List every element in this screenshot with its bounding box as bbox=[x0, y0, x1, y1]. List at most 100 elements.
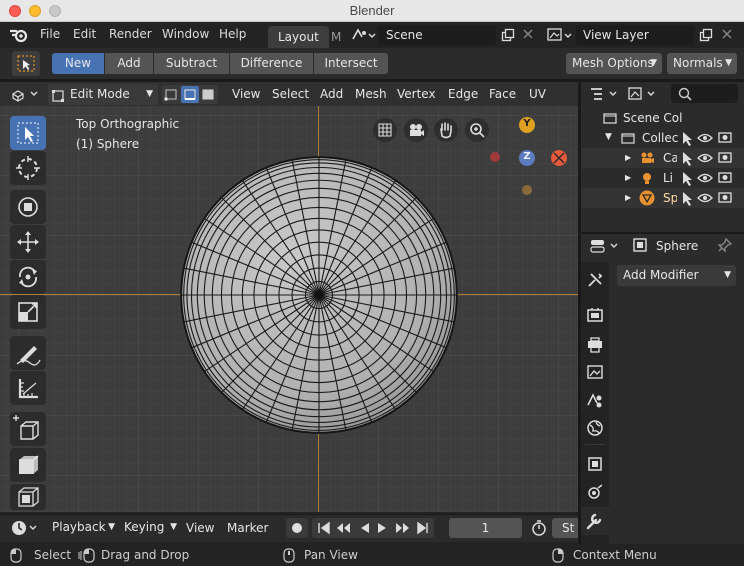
prev-keyframe-icon[interactable] bbox=[337, 523, 350, 533]
pan-view-button[interactable] bbox=[434, 118, 458, 142]
editor-type-timeline-icon[interactable] bbox=[10, 519, 40, 537]
copy-scene-icon[interactable] bbox=[501, 28, 515, 42]
timeline-keying-menu[interactable]: Keying ▼ bbox=[118, 517, 180, 538]
display-mode-icon[interactable] bbox=[626, 86, 660, 102]
window-title: Blender bbox=[349, 3, 395, 18]
timeline-marker-menu[interactable]: Marker bbox=[227, 521, 268, 535]
particles-properties-tab[interactable] bbox=[585, 482, 605, 502]
current-frame-field[interactable]: 1 bbox=[449, 518, 522, 538]
camera-view-button[interactable] bbox=[404, 118, 428, 142]
tab-next-workspace[interactable]: M bbox=[331, 30, 341, 44]
record-button[interactable] bbox=[286, 518, 308, 538]
view-layer-icon[interactable] bbox=[546, 27, 574, 43]
object-properties-tab[interactable] bbox=[585, 454, 605, 474]
jump-end-icon[interactable] bbox=[417, 521, 428, 535]
visibility-eye-icon[interactable] bbox=[697, 130, 713, 208]
menu-help[interactable]: Help bbox=[219, 27, 246, 41]
mode-dropdown[interactable]: Edit Mode ▼ bbox=[48, 84, 158, 105]
scene-properties-tab[interactable] bbox=[585, 390, 605, 410]
keying-label: Keying bbox=[124, 520, 165, 534]
expand-arrow-icon[interactable]: ▼ bbox=[605, 132, 612, 142]
annotate-tool[interactable] bbox=[10, 336, 46, 370]
render-camera-icon[interactable] bbox=[718, 130, 734, 208]
delete-view-layer-icon[interactable] bbox=[721, 28, 733, 40]
viewport-menu-edge[interactable]: Edge bbox=[448, 87, 478, 101]
normals-dropdown[interactable]: Normals ▼ bbox=[667, 53, 737, 74]
mode-subtract-button[interactable]: Subtract bbox=[154, 53, 229, 74]
viewport-menu-vertex[interactable]: Vertex bbox=[397, 87, 436, 101]
expand-arrow-icon[interactable]: ▶ bbox=[625, 153, 631, 162]
next-keyframe-icon[interactable] bbox=[396, 523, 409, 533]
stopwatch-icon[interactable] bbox=[529, 518, 549, 538]
expand-arrow-icon[interactable]: ▶ bbox=[625, 173, 631, 182]
world-properties-tab[interactable] bbox=[585, 418, 605, 438]
face-select-icon[interactable] bbox=[200, 86, 217, 103]
viewport-menu-select[interactable]: Select bbox=[272, 87, 309, 101]
active-tool-button[interactable] bbox=[12, 51, 40, 76]
delete-scene-icon[interactable] bbox=[522, 28, 534, 40]
scene-field[interactable]: Scene bbox=[378, 25, 496, 45]
menu-window[interactable]: Window bbox=[162, 27, 209, 41]
pencil-icon bbox=[16, 346, 41, 366]
tab-layout[interactable]: Layout bbox=[268, 26, 329, 48]
add-cube-tool[interactable] bbox=[10, 412, 46, 446]
select-box-tool[interactable] bbox=[10, 116, 46, 150]
render-properties-tab[interactable] bbox=[585, 305, 605, 325]
viewport-menu-face[interactable]: Face bbox=[489, 87, 516, 101]
sphere-mesh[interactable] bbox=[178, 154, 460, 436]
gizmo-y-label: Y bbox=[523, 118, 531, 129]
expand-arrow-icon[interactable]: ▶ bbox=[625, 193, 631, 202]
viewport-menu-add[interactable]: Add bbox=[320, 87, 343, 101]
viewport-menu-mesh[interactable]: Mesh bbox=[355, 87, 387, 101]
view-layer-field[interactable]: View Layer bbox=[576, 25, 694, 45]
modifier-properties-tab[interactable] bbox=[581, 507, 609, 535]
menu-edit[interactable]: Edit bbox=[73, 27, 96, 41]
scale-tool[interactable] bbox=[10, 295, 46, 329]
start-frame-field[interactable]: St bbox=[552, 518, 578, 538]
measure-tool[interactable] bbox=[10, 371, 46, 405]
add-modifier-dropdown[interactable]: Add Modifier ▼ bbox=[617, 265, 736, 286]
mode-label: Edit Mode bbox=[70, 87, 130, 101]
viewport-menu-uv[interactable]: UV bbox=[529, 87, 546, 101]
edge-select-icon[interactable] bbox=[181, 86, 199, 103]
copy-view-layer-icon[interactable] bbox=[699, 28, 713, 42]
menu-render[interactable]: Render bbox=[109, 27, 152, 41]
tool-properties-tab[interactable] bbox=[585, 270, 605, 290]
timeline-playback-menu[interactable]: Playback ▼ bbox=[46, 517, 118, 538]
toggle-grid-button[interactable] bbox=[373, 118, 397, 142]
mouse-left-icon bbox=[10, 548, 22, 563]
move-tool[interactable] bbox=[10, 190, 46, 224]
pin-icon[interactable] bbox=[717, 237, 733, 253]
viewport-menu-view[interactable]: View bbox=[232, 87, 260, 101]
rotate-tool[interactable] bbox=[10, 260, 46, 294]
editor-type-outliner-icon[interactable] bbox=[588, 86, 622, 102]
timeline-view-menu[interactable]: View bbox=[186, 521, 214, 535]
mode-difference-button[interactable]: Difference bbox=[230, 53, 313, 74]
view-layer-properties-tab[interactable] bbox=[585, 362, 605, 382]
outliner-search-input[interactable] bbox=[671, 84, 738, 103]
translate-tool[interactable] bbox=[10, 225, 46, 259]
blender-logo-icon[interactable] bbox=[8, 27, 30, 43]
menu-file[interactable]: File bbox=[40, 27, 60, 41]
play-icon[interactable] bbox=[378, 523, 386, 533]
more-tabs-indicator bbox=[586, 538, 604, 544]
editor-type-3d-viewport-icon[interactable] bbox=[10, 86, 42, 102]
jump-start-icon[interactable] bbox=[318, 521, 330, 535]
extrude-tool[interactable] bbox=[10, 448, 46, 482]
mode-intersect-button[interactable]: Intersect bbox=[314, 53, 388, 74]
mode-new-button[interactable]: New bbox=[52, 53, 104, 74]
arrows-icon bbox=[17, 231, 39, 253]
selectable-toggle-column[interactable] bbox=[680, 130, 694, 208]
mode-add-button[interactable]: Add bbox=[105, 53, 153, 74]
chevron-down-icon: ▼ bbox=[724, 270, 731, 280]
scene-icon[interactable] bbox=[350, 27, 376, 43]
cursor-tool[interactable] bbox=[10, 151, 46, 185]
editor-type-properties-icon[interactable] bbox=[589, 237, 623, 255]
inset-tool[interactable] bbox=[10, 484, 46, 510]
outliner-row-scene-collection[interactable]: Scene Col bbox=[581, 108, 744, 128]
play-reverse-icon[interactable] bbox=[361, 523, 369, 533]
mesh-options-dropdown[interactable]: Mesh Options ▼ bbox=[566, 53, 662, 74]
playback-label: Playback bbox=[52, 520, 106, 534]
vertex-select-icon[interactable] bbox=[163, 86, 180, 103]
output-properties-tab[interactable] bbox=[585, 335, 605, 355]
